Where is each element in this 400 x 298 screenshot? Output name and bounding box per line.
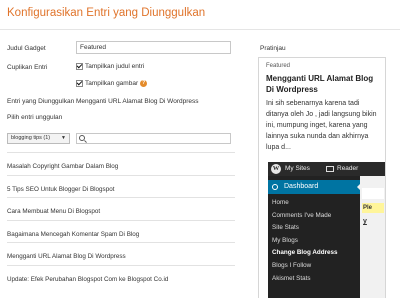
dashboard-icon xyxy=(272,184,278,190)
wp-my-sites: My Sites xyxy=(285,165,310,172)
wp-main-box xyxy=(362,188,384,199)
post-list-item[interactable]: Mengganti URL Alamat Blog Di Wordpress xyxy=(7,242,235,265)
post-search-input[interactable] xyxy=(76,133,231,144)
reader-icon xyxy=(326,166,334,172)
preview-gadget-header: Featured xyxy=(266,63,291,69)
show-image-option[interactable]: Tampilkan gambar ? xyxy=(76,80,148,87)
wp-dashboard-label: Dashboard xyxy=(284,183,319,190)
blog-select-value: blogging tips (1) xyxy=(11,135,51,141)
preview-post-image: W My Sites Reader Dashboard Home Comment… xyxy=(268,162,385,298)
preview-post-title: Mengganti URL Alamat Blog Di Wordpress xyxy=(266,74,374,94)
wp-highlight-notice: Ple xyxy=(362,203,384,213)
show-title-label: Tampilkan judul entri xyxy=(85,63,145,70)
wp-main-area: Ple y xyxy=(360,176,385,298)
wp-admin-bar: W My Sites Reader xyxy=(268,162,385,176)
chevron-down-icon: ▼ xyxy=(61,135,66,141)
wp-menu-item: My Blogs xyxy=(272,236,298,244)
help-icon[interactable]: ? xyxy=(140,80,148,87)
wp-menu-item: Akismet Stats xyxy=(272,274,311,282)
choose-featured-label: Pilih entri unggulan xyxy=(7,114,63,121)
post-list-item[interactable]: Masalah Copyright Gambar Dalam Blog xyxy=(7,152,235,175)
wp-menu-item-active: Change Blog Address xyxy=(272,249,338,257)
blog-select[interactable]: blogging tips (1) ▼ xyxy=(7,133,70,144)
preview-post-snippet: Ini sih sebenarnya karena tadi ditanya o… xyxy=(266,100,377,151)
wp-menu-item: Comments I've Made xyxy=(272,211,332,219)
wp-menu: Home Comments I've Made Site Stats My Bl… xyxy=(272,198,358,286)
wp-menu-item: Blogs I Follow xyxy=(272,261,312,269)
dialog-header: Konfigurasikan Entri yang Diunggulkan xyxy=(0,0,400,30)
featured-entry-text: Entri yang Diunggulkan Mengganti URL Ala… xyxy=(7,98,199,105)
gadget-title-label: Judul Gadget xyxy=(7,45,46,52)
post-list-item[interactable]: Cara Membuat Menu Di Blogspot xyxy=(7,197,235,220)
preview-label: Pratinjau xyxy=(260,45,286,52)
search-icon xyxy=(79,135,85,141)
show-image-checkbox[interactable] xyxy=(76,80,83,87)
wp-menu-item: Home xyxy=(272,199,289,206)
dialog-title: Konfigurasikan Entri yang Diunggulkan xyxy=(7,7,206,19)
post-list: Masalah Copyright Gambar Dalam Blog 5 Ti… xyxy=(7,152,235,288)
show-title-checkbox[interactable] xyxy=(76,63,83,70)
show-image-label: Tampilkan gambar xyxy=(85,80,139,87)
preview-panel: Featured Mengganti URL Alamat Blog Di Wo… xyxy=(258,57,386,298)
post-list-item[interactable]: 5 Tips SEO Untuk Blogger Di Blogspot xyxy=(7,174,235,198)
show-title-option[interactable]: Tampilkan judul entri xyxy=(76,63,144,70)
cuplikan-label: Cuplikan Entri xyxy=(7,64,48,71)
wp-sidebar: Dashboard Home Comments I've Made Site S… xyxy=(268,176,361,298)
wp-main-text: y xyxy=(363,218,367,225)
gadget-title-input[interactable]: Featured xyxy=(76,41,231,54)
post-list-item[interactable]: Update: Efek Perubahan Blogspot Com ke B… xyxy=(7,264,235,288)
post-list-item[interactable]: Bagaimana Mencegah Komentar Spam Di Blog xyxy=(7,219,235,243)
wp-menu-item: Site Stats xyxy=(272,224,299,232)
wp-dashboard-item: Dashboard xyxy=(268,180,361,194)
wordpress-logo-icon: W xyxy=(271,164,281,174)
wp-reader: Reader xyxy=(337,165,359,172)
